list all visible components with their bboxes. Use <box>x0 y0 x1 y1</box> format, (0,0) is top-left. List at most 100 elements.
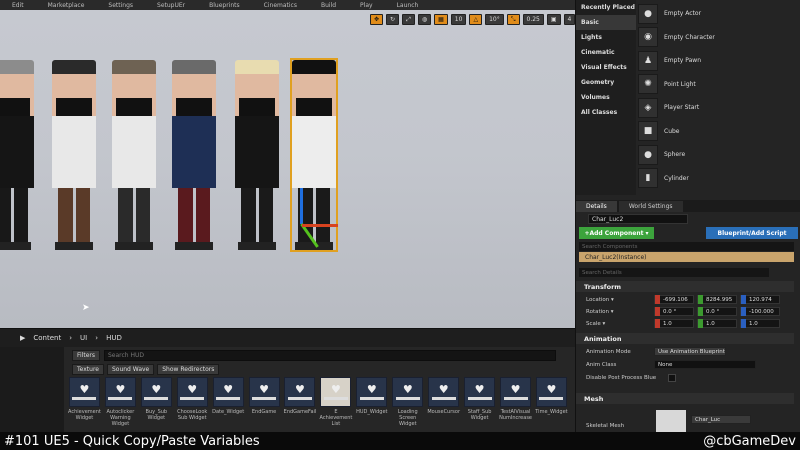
disable-post-process-label: Disable Post Process Blue <box>586 374 657 381</box>
transform-section[interactable]: Transform <box>576 281 794 292</box>
component-search-input[interactable]: Search Components <box>579 242 794 251</box>
asset-label: Time_Widget <box>535 409 568 415</box>
mesh-section[interactable]: Mesh <box>576 393 794 404</box>
details-search-input[interactable]: Search Details <box>579 268 769 277</box>
character-6[interactable] <box>290 58 338 252</box>
actor-name-field[interactable]: Char_Luc2 <box>588 214 688 224</box>
filter-tag[interactable]: Texture <box>72 364 104 375</box>
asset-tile[interactable]: ♥ EndGame <box>248 377 281 427</box>
scale-x-field[interactable]: 1.0 <box>654 319 694 328</box>
rotation-snap-icon[interactable]: △ <box>469 14 483 25</box>
asset-tile[interactable]: ♥ EndGameFail <box>284 377 317 427</box>
place-category-item[interactable]: Lights <box>576 30 636 45</box>
asset-tile[interactable]: ♥ Achievement Widget <box>68 377 101 427</box>
character-2[interactable] <box>52 60 96 250</box>
rotation-z-field[interactable]: -100.000 <box>740 307 780 316</box>
location-x-field[interactable]: -699.106 <box>654 295 694 304</box>
scale-y-field[interactable]: 1.0 <box>697 319 737 328</box>
skeletal-mesh-thumbnail[interactable] <box>656 410 686 432</box>
rotation-label[interactable]: Rotation ▾ <box>576 309 654 315</box>
menu-cinematics[interactable]: Cinematics <box>252 2 309 9</box>
rotation-x-field[interactable]: 0.0 ° <box>654 307 694 316</box>
scale-z-field[interactable]: 1.0 <box>740 319 780 328</box>
animation-section[interactable]: Animation <box>576 333 794 344</box>
place-category-item[interactable]: All Classes <box>576 105 636 120</box>
character-3[interactable] <box>112 60 156 250</box>
filters-button[interactable]: Filters <box>72 350 100 361</box>
add-component-button[interactable]: +Add Component ▾ <box>579 227 654 239</box>
level-viewport[interactable]: ✥ ↻ ⤢ ◍ ▦ 10 △ 10° ⤡ 0.25 ▣ 4 ⛶ <box>0 10 575 328</box>
character-1[interactable] <box>0 60 34 250</box>
asset-tile[interactable]: ♥ Autoclicker Warning Widget <box>104 377 137 427</box>
anim-class-dropdown[interactable]: None <box>654 360 756 369</box>
place-actor-item[interactable]: ■ Cube <box>638 120 800 144</box>
rotation-snap-value[interactable]: 10° <box>485 14 504 25</box>
place-actor-item[interactable]: ◉ Empty Character <box>638 26 800 50</box>
asset-tile[interactable]: ♥ Staff_Sub Widget <box>463 377 496 427</box>
tab-world-settings[interactable]: World Settings <box>618 201 683 212</box>
menu-blueprints[interactable]: Blueprints <box>197 2 252 9</box>
place-actor-item[interactable]: ◈ Player Start <box>638 96 800 120</box>
asset-tile[interactable]: ♥ Time_Widget <box>535 377 568 427</box>
gizmo-x-axis[interactable] <box>302 224 338 227</box>
asset-tile[interactable]: ♥ Buy_Sub Widget <box>140 377 173 427</box>
filters-label[interactable]: Filters <box>72 350 100 361</box>
scale-snap-value[interactable]: 0.25 <box>522 14 544 25</box>
animation-mode-dropdown[interactable]: Use Animation Blueprint <box>654 347 726 356</box>
place-category-item[interactable]: Cinematic <box>576 45 636 60</box>
menu-play[interactable]: Play <box>348 2 385 9</box>
asset-tile[interactable]: ♥ HUD_Widget <box>355 377 388 427</box>
menu-build[interactable]: Build <box>309 2 348 9</box>
skeletal-mesh-dropdown[interactable]: Char_Luc <box>691 415 751 424</box>
asset-tile[interactable]: ♥ ChooseLook Sub Widget <box>176 377 209 427</box>
scale-label[interactable]: Scale ▾ <box>576 321 654 327</box>
location-z-field[interactable]: 120.974 <box>740 295 780 304</box>
filter-tag[interactable]: Show Redirectors <box>157 364 220 375</box>
asset-tile[interactable]: ♥ TestAIVisual NumIncrease <box>499 377 532 427</box>
place-category-item[interactable]: Visual Effects <box>576 60 636 75</box>
component-instance-row[interactable]: Char_Luc2(Instance) <box>579 252 794 262</box>
place-category-item[interactable]: Recently Placed <box>576 0 636 15</box>
gizmo-z-axis[interactable] <box>300 188 303 224</box>
camera-speed-value[interactable]: 4 <box>563 14 575 25</box>
disable-post-process-checkbox[interactable] <box>668 373 676 382</box>
place-category-item[interactable]: Geometry <box>576 75 636 90</box>
character-4[interactable] <box>172 60 216 250</box>
rotate-icon[interactable]: ↻ <box>386 14 400 25</box>
filter-tag[interactable]: Sound Wave <box>106 364 155 375</box>
place-actor-item[interactable]: ● Empty Actor <box>638 2 800 26</box>
menu-marketplace[interactable]: Marketplace <box>36 2 97 9</box>
location-y-field[interactable]: 8284.995 <box>697 295 737 304</box>
asset-tile[interactable]: ♥ MouseCursor <box>427 377 460 427</box>
location-label[interactable]: Location ▾ <box>576 297 654 303</box>
breadcrumb-hud[interactable]: HUD <box>106 334 122 342</box>
place-actor-item[interactable]: ▮ Cylinder <box>638 167 800 191</box>
asset-tile[interactable]: ♥ E Achievement List <box>319 377 352 427</box>
grid-snap-value[interactable]: 10 <box>450 14 467 25</box>
asset-search-input[interactable]: Search HUD <box>104 350 556 361</box>
rotation-y-field[interactable]: 0.0 ° <box>697 307 737 316</box>
place-actor-item[interactable]: ● Sphere <box>638 143 800 167</box>
blueprint-add-script-button[interactable]: Blueprint/Add Script <box>706 227 798 239</box>
character-5[interactable] <box>235 60 279 250</box>
tab-details[interactable]: Details <box>576 201 617 212</box>
folder-tree[interactable] <box>0 347 64 433</box>
world-space-icon[interactable]: ◍ <box>417 14 432 25</box>
camera-speed-icon[interactable]: ▣ <box>546 14 561 25</box>
menu-setupuer[interactable]: SetupUEr <box>145 2 197 9</box>
scale-icon[interactable]: ⤢ <box>402 14 415 25</box>
place-actor-item[interactable]: ♟ Empty Pawn <box>638 49 800 73</box>
place-category-item[interactable]: Volumes <box>576 90 636 105</box>
asset-tile[interactable]: ♥ Date_Widget <box>212 377 245 427</box>
scale-snap-icon[interactable]: ⤡ <box>506 14 520 25</box>
place-actor-item[interactable]: ✺ Point Light <box>638 73 800 97</box>
place-category-item[interactable]: Basic <box>576 15 636 30</box>
grid-snap-icon[interactable]: ▦ <box>434 14 448 25</box>
menu-edit[interactable]: Edit <box>0 2 36 9</box>
breadcrumb-ui[interactable]: UI <box>80 334 87 342</box>
breadcrumb-content[interactable]: Content <box>33 334 61 342</box>
menu-settings[interactable]: Settings <box>96 2 145 9</box>
menu-launch[interactable]: Launch <box>385 2 431 9</box>
asset-tile[interactable]: ♥ Loading Screen Widget <box>391 377 424 427</box>
translate-icon[interactable]: ✥ <box>370 14 384 25</box>
